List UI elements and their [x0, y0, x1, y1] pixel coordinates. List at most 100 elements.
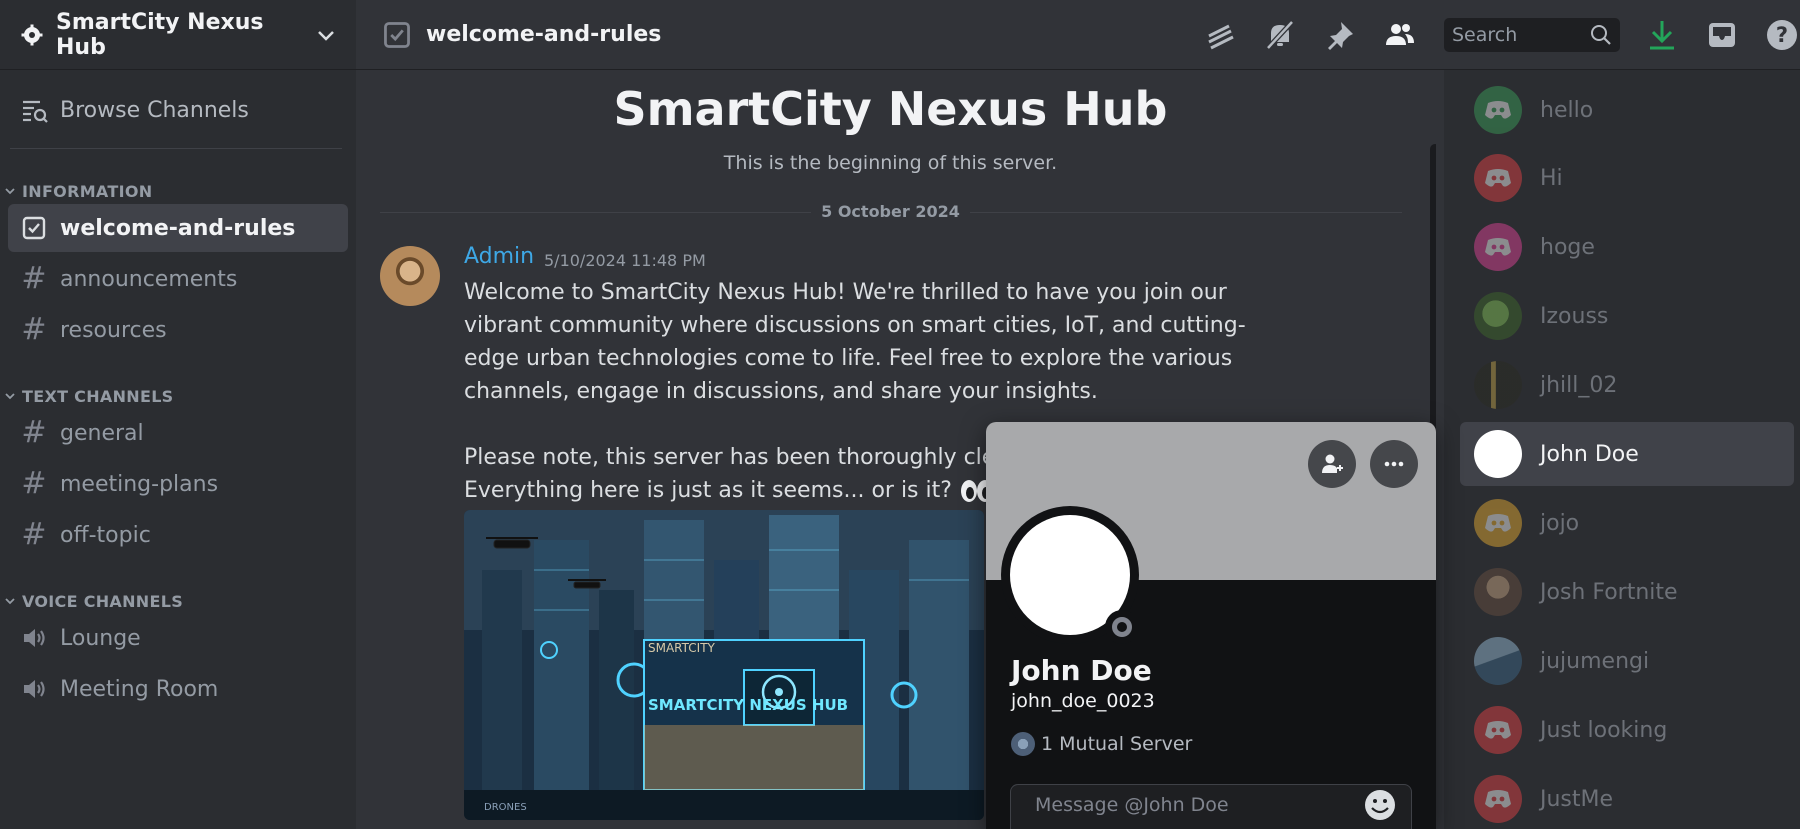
add-friend-button[interactable]	[1308, 440, 1356, 488]
avatar	[1474, 361, 1522, 409]
hash-icon: #	[21, 466, 47, 501]
search-placeholder: Search	[1452, 23, 1518, 46]
add-friend-icon	[1322, 454, 1343, 473]
category-voice-channels[interactable]: VOICE CHANNELS	[0, 591, 356, 611]
discord-default-avatar-icon	[1474, 86, 1522, 134]
profile-username: john_doe_0023	[1011, 690, 1155, 712]
mutual-servers-label: 1 Mutual Server	[1041, 733, 1193, 755]
more-options-button[interactable]	[1370, 440, 1418, 488]
member-item[interactable]: jojo	[1460, 491, 1794, 555]
category-information[interactable]: INFORMATION	[0, 181, 356, 201]
member-item[interactable]: jujumengi	[1460, 629, 1794, 693]
profile-avatar[interactable]	[1001, 506, 1139, 644]
member-list-icon[interactable]	[1382, 17, 1418, 53]
message-placeholder: Message @John Doe	[1035, 794, 1229, 816]
member-name: Josh Fortnite	[1540, 579, 1678, 605]
image-sign-text: SMARTCITY NEXUS HUB	[648, 696, 848, 714]
server-header[interactable]: SmartCity Nexus Hub	[0, 0, 356, 70]
svg-text:?: ?	[1776, 23, 1788, 47]
avatar[interactable]	[380, 246, 440, 306]
hash-icon: #	[21, 312, 47, 347]
hash-icon: #	[21, 261, 47, 296]
image-sign-text: SMARTCITY	[648, 641, 716, 655]
discord-default-avatar-icon	[1474, 154, 1522, 202]
status-indicator	[1105, 610, 1139, 644]
member-item[interactable]: hoge	[1460, 215, 1794, 279]
member-list: hello Hi hoge Izouss jhill_02 John Doe j…	[1444, 70, 1800, 829]
member-name: jhill_02	[1540, 372, 1618, 398]
member-name: jojo	[1540, 510, 1580, 536]
channel-label: announcements	[60, 266, 238, 292]
date-divider-label: 5 October 2024	[811, 202, 970, 221]
server-icon	[1011, 732, 1035, 756]
sidebar-divider	[10, 148, 342, 149]
help-icon[interactable]: ?	[1764, 17, 1800, 53]
member-name: jujumengi	[1540, 648, 1650, 674]
channel-title: welcome-and-rules	[426, 22, 662, 47]
avatar	[1474, 637, 1522, 685]
message-timestamp: 5/10/2024 11:48 PM	[544, 251, 706, 270]
avatar	[1474, 568, 1522, 616]
user-profile-popout: John Doe john_doe_0023 1 Mutual Server M…	[986, 422, 1436, 829]
notification-muted-icon[interactable]	[1262, 17, 1298, 53]
member-name: Izouss	[1540, 303, 1609, 329]
discord-default-avatar-icon	[1474, 706, 1522, 754]
emoji-icon[interactable]	[1363, 788, 1397, 822]
browse-channels-label: Browse Channels	[60, 97, 249, 123]
smart-city-illustration: SMARTCITY SMARTCITY NEXUS HUB DRONES	[464, 510, 984, 820]
channel-announcements[interactable]: # announcements	[8, 255, 348, 303]
direct-message-input[interactable]: Message @John Doe	[1010, 784, 1412, 829]
server-name: SmartCity Nexus Hub	[56, 9, 264, 60]
chevron-down-icon	[5, 393, 15, 400]
member-name: Just looking	[1540, 717, 1668, 743]
search-input[interactable]: Search	[1444, 17, 1620, 52]
channel-header: welcome-and-rules Search ?	[356, 0, 1800, 70]
chevron-down-icon[interactable]	[316, 25, 336, 45]
mutual-servers-link[interactable]: 1 Mutual Server	[1011, 732, 1192, 756]
inbox-icon[interactable]	[1704, 17, 1740, 53]
welcome-subtitle: This is the beginning of this server.	[723, 152, 1058, 174]
avatar	[1474, 430, 1522, 478]
message-author[interactable]: Admin	[464, 244, 534, 269]
channel-label: resources	[60, 317, 167, 343]
discord-default-avatar-icon	[1474, 775, 1522, 823]
member-item[interactable]: Josh Fortnite	[1460, 560, 1794, 624]
member-item[interactable]: hello	[1460, 78, 1794, 142]
message-image-attachment[interactable]: SMARTCITY SMARTCITY NEXUS HUB DRONES	[464, 510, 984, 820]
member-item[interactable]: JustMe	[1460, 767, 1794, 829]
download-icon[interactable]	[1644, 17, 1680, 53]
browse-channels-button[interactable]: Browse Channels	[8, 82, 348, 138]
member-item[interactable]: Hi	[1460, 146, 1794, 210]
channel-label: welcome-and-rules	[60, 215, 296, 241]
member-item[interactable]: jhill_02	[1460, 353, 1794, 417]
channel-label: off-topic	[60, 522, 151, 548]
channel-meeting-plans[interactable]: # meeting-plans	[8, 460, 348, 508]
chevron-down-icon	[5, 598, 15, 605]
browse-channels-icon	[23, 100, 48, 123]
channel-meeting-room[interactable]: Meeting Room	[8, 665, 348, 713]
channel-label: Lounge	[60, 625, 141, 651]
member-item-selected[interactable]: John Doe	[1460, 422, 1794, 486]
profile-display-name: John Doe	[1011, 654, 1152, 687]
server-settings-icon	[21, 24, 43, 45]
channel-off-topic[interactable]: # off-topic	[8, 511, 348, 559]
message-paragraph: Welcome to SmartCity Nexus Hub! We're th…	[464, 280, 1246, 404]
channel-label: general	[60, 420, 144, 446]
channel-resources[interactable]: # resources	[8, 306, 348, 354]
member-item[interactable]: Just looking	[1460, 698, 1794, 762]
hash-icon: #	[21, 517, 47, 552]
avatar	[1474, 292, 1522, 340]
threads-icon[interactable]	[1202, 17, 1238, 53]
image-sign-text: DRONES	[484, 802, 527, 813]
channel-general[interactable]: # general	[8, 409, 348, 457]
channel-sidebar: SmartCity Nexus Hub Browse Channels INFO…	[0, 0, 356, 829]
member-name: hoge	[1540, 234, 1595, 260]
category-label: TEXT CHANNELS	[22, 386, 174, 406]
speaker-icon	[20, 675, 48, 703]
member-name: Hi	[1540, 165, 1563, 191]
member-item[interactable]: Izouss	[1460, 284, 1794, 348]
pin-icon[interactable]	[1322, 17, 1358, 53]
channel-welcome-and-rules[interactable]: welcome-and-rules	[8, 204, 348, 252]
category-text-channels[interactable]: TEXT CHANNELS	[0, 386, 356, 406]
channel-lounge[interactable]: Lounge	[8, 614, 348, 662]
